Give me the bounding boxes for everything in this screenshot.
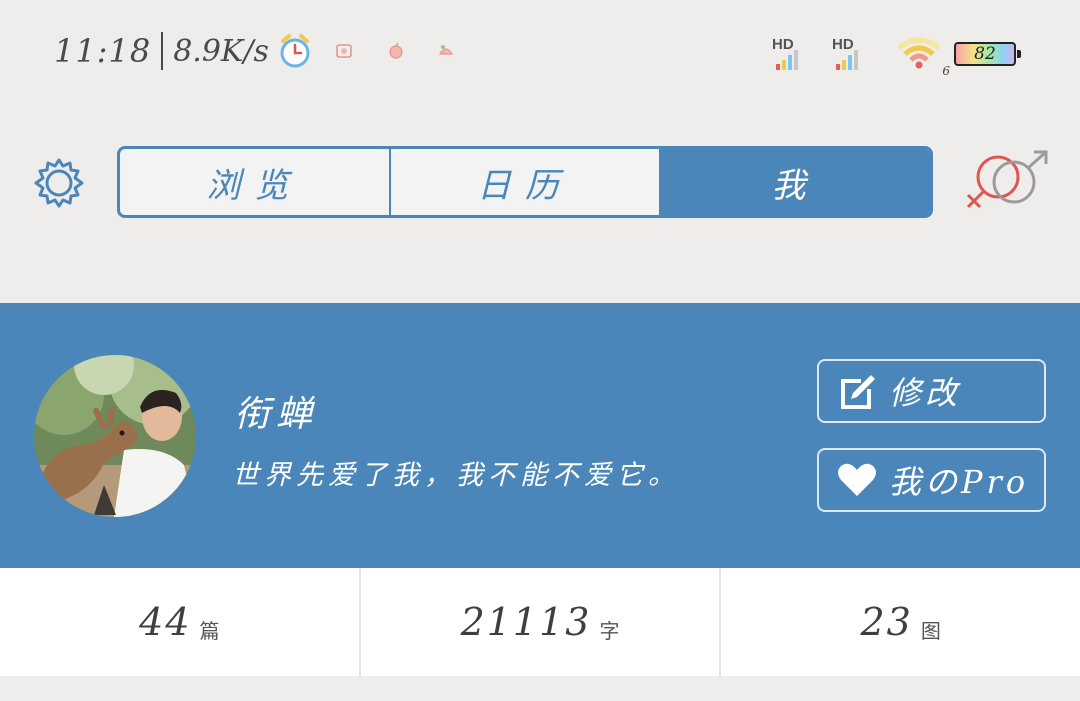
edit-profile-label: 修改 [889, 374, 962, 412]
stat-words-value: 21113 [460, 600, 592, 644]
notification-app-icon [438, 45, 453, 55]
stat-images[interactable]: 23 图 [721, 568, 1080, 676]
stat-articles-unit: 篇 [199, 618, 220, 643]
alarm-clock-icon [280, 34, 310, 68]
edit-profile-button[interactable]: 修改 [817, 359, 1046, 423]
cellular-signal-icon: HD [770, 36, 810, 72]
status-divider [161, 32, 164, 70]
wifi-badge: 6 [942, 64, 950, 78]
status-time: 11:18 [54, 32, 152, 70]
pro-label: 我のPro [889, 463, 1030, 501]
wifi-icon: 6 [890, 34, 950, 78]
stat-images-unit: 图 [920, 618, 941, 643]
pro-button[interactable]: 我のPro [817, 448, 1046, 512]
stat-words-unit: 字 [599, 618, 620, 643]
cellular-signal-icon: HD [830, 36, 870, 72]
tab-calendar[interactable]: 日历 [391, 149, 662, 215]
stats-bar: 44 篇 21113 字 23 图 [0, 568, 1080, 678]
gender-symbols-icon[interactable] [962, 150, 1050, 214]
content-area-top [0, 676, 1080, 701]
profile-header: 衔蝉 世界先爱了我，我不能不爱它。 修改 我のPro [0, 303, 1080, 568]
pencil-square-icon [837, 371, 877, 411]
notification-app-icon [389, 42, 403, 59]
notification-app-icon [336, 44, 352, 58]
battery-level: 82 [974, 44, 996, 64]
gear-icon[interactable] [32, 156, 86, 210]
stat-words[interactable]: 21113 字 [361, 568, 722, 676]
user-motto: 世界先爱了我，我不能不爱它。 [232, 460, 680, 491]
status-net-speed: 8.9K/s [173, 33, 269, 69]
stat-images-value: 23 [860, 600, 913, 644]
tab-me[interactable]: 我 [661, 149, 930, 215]
stat-articles-value: 44 [139, 600, 192, 644]
status-bar: 11:18 8.9K/s HD HD 6 82 [0, 0, 1080, 100]
main-tab-bar: 浏览 日历 我 [117, 146, 933, 218]
heart-icon [837, 460, 877, 500]
user-name: 衔蝉 [234, 394, 319, 435]
stat-articles[interactable]: 44 篇 [0, 568, 361, 676]
battery-icon: 82 [954, 42, 1021, 66]
tab-browse[interactable]: 浏览 [120, 149, 391, 215]
avatar[interactable] [34, 355, 196, 517]
